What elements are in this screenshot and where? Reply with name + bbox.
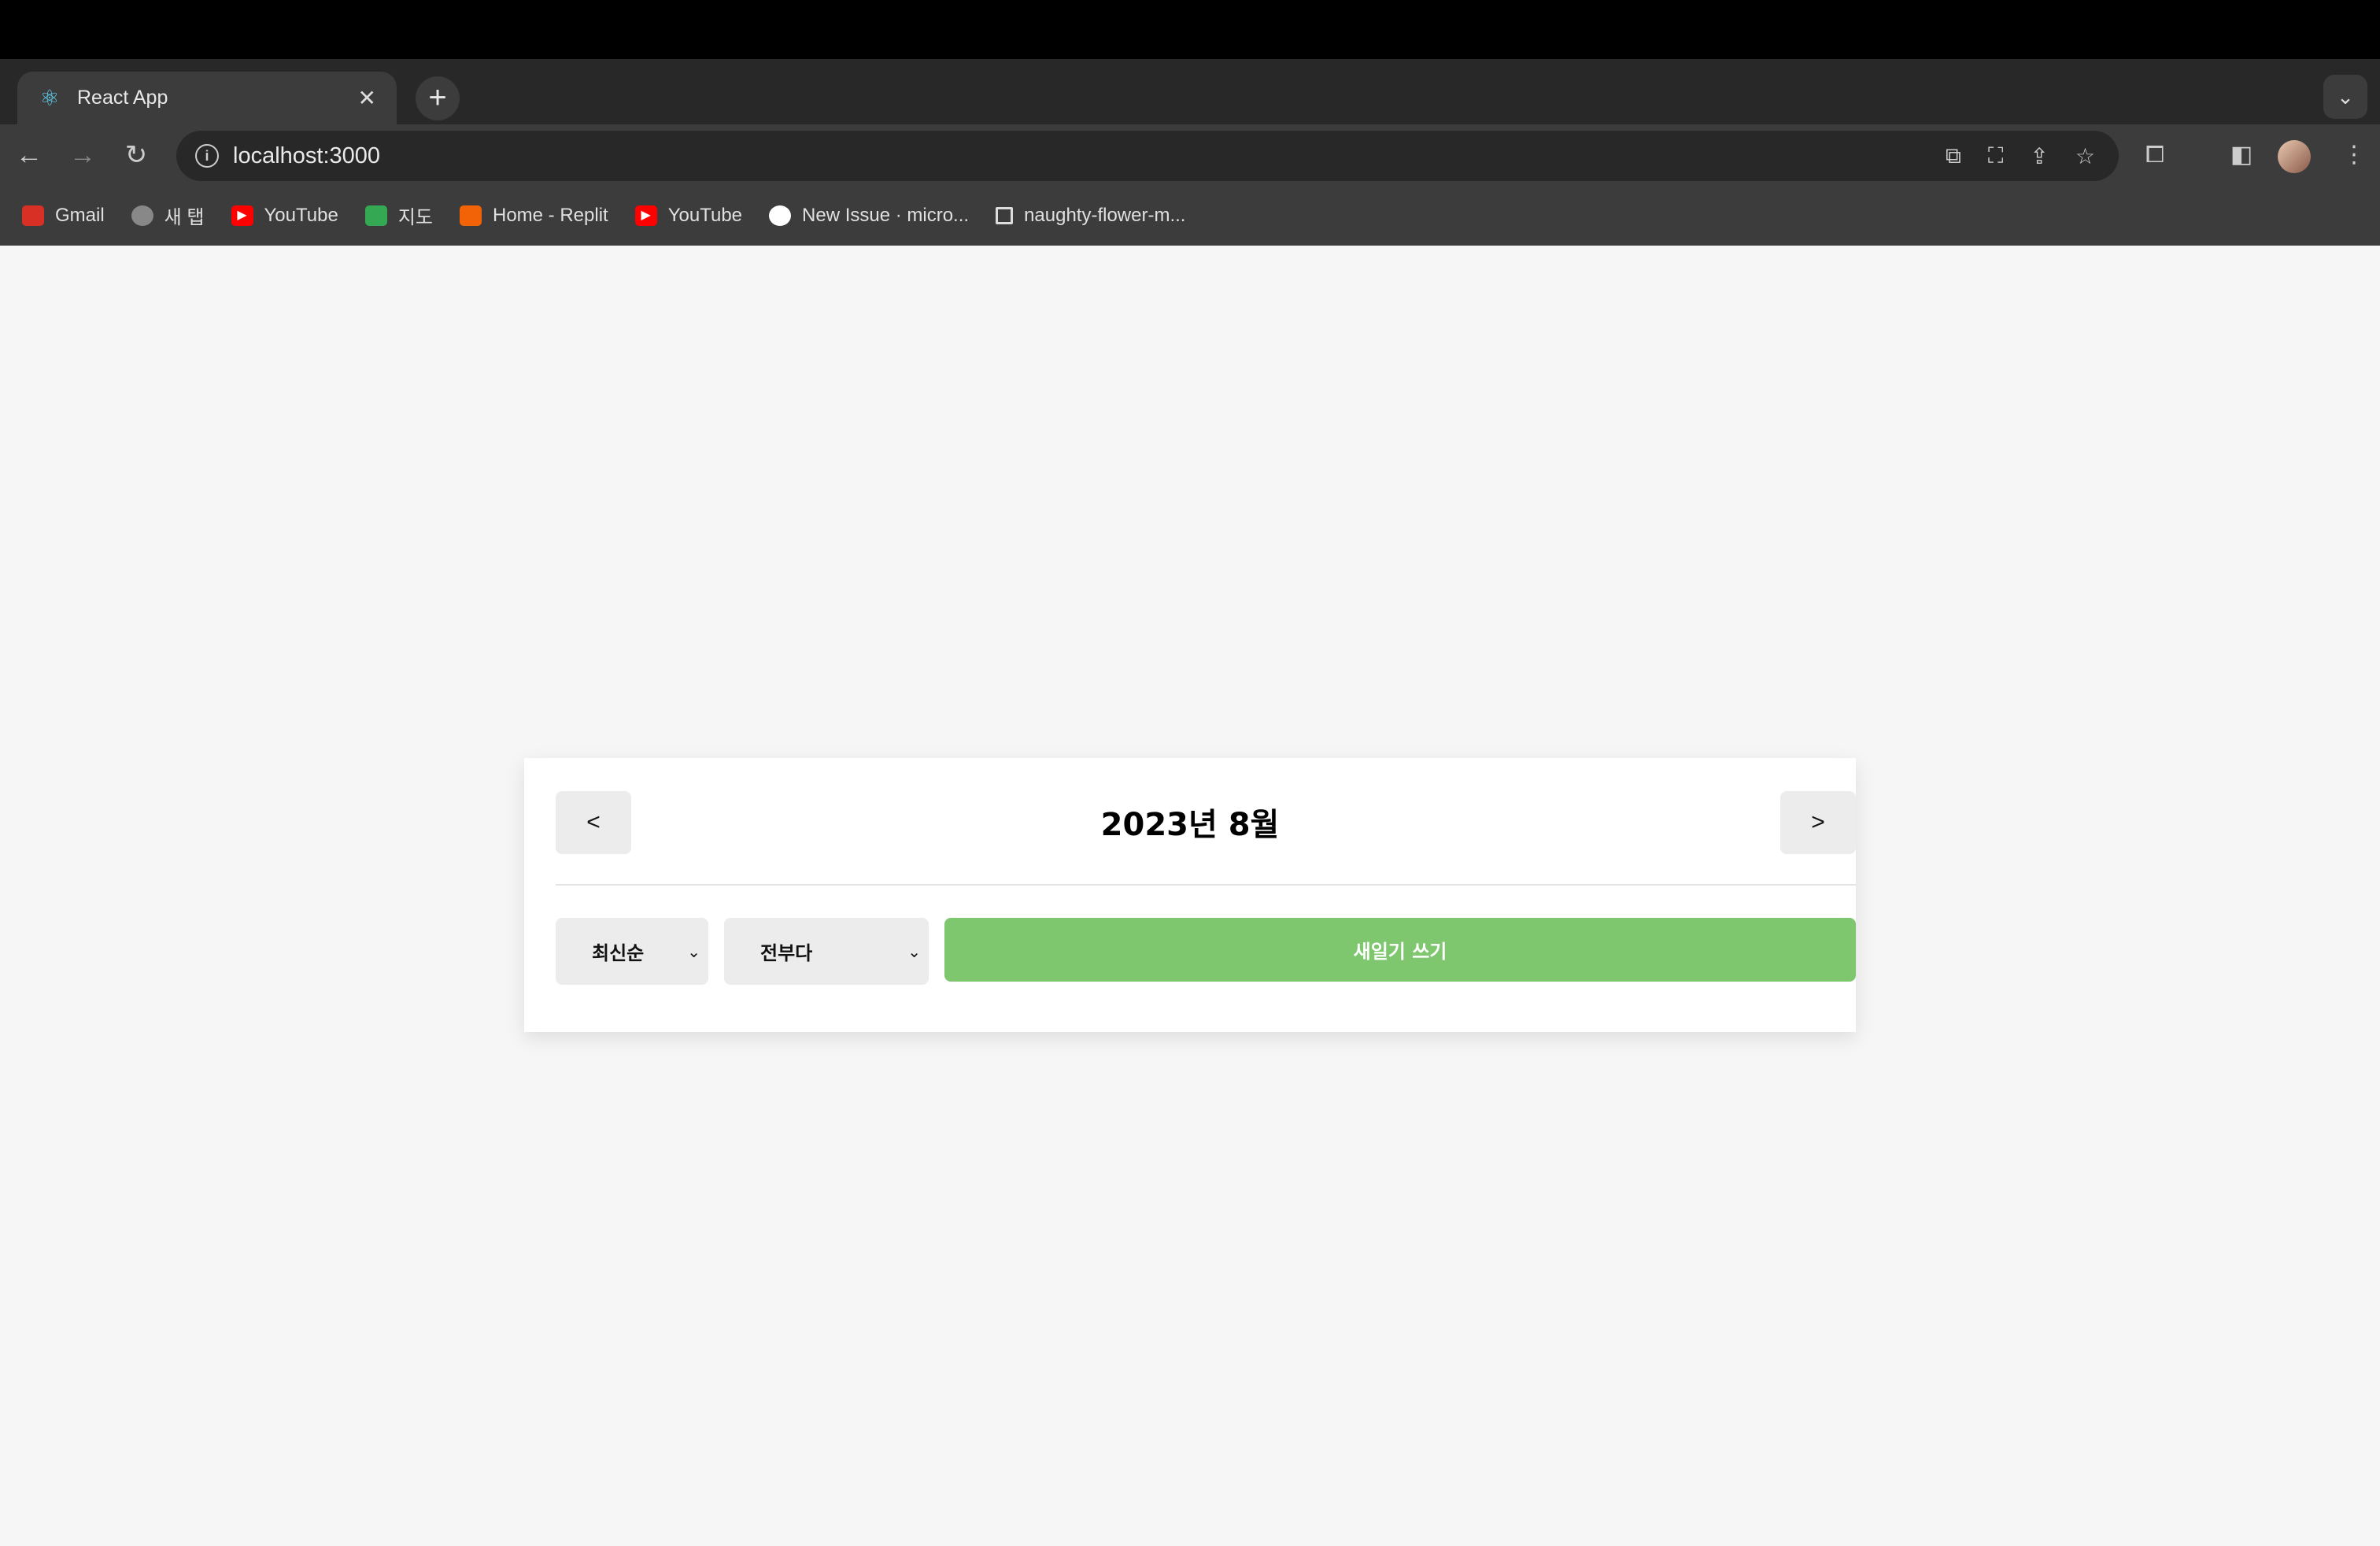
tab-strip: ⚛ React App ✕ + ⌄	[0, 59, 2380, 124]
browser-tab[interactable]: ⚛ React App ✕	[17, 72, 397, 124]
browser-toolbar: ← → ↻ i localhost:3000 ⧉ ⛶ ⇪ ☆ ⧠ ◧ ⋮	[0, 124, 2380, 185]
filter-select-value: 전부다	[760, 942, 813, 964]
url-text: localhost:3000	[233, 142, 381, 168]
forward-icon[interactable]: →	[63, 135, 102, 175]
bookmarks-bar: Gmail 새 탭 ▶ YouTube 지도 Home - Replit ▶ YouTube N…	[0, 185, 2380, 246]
tab-search-button[interactable]: ⌄	[2323, 75, 2367, 119]
site-info-icon[interactable]: i	[195, 144, 219, 168]
month-title: 2023년 8월	[1100, 807, 1280, 843]
filter-select[interactable]: 전부다 ⌄	[724, 918, 929, 985]
bookmark-item[interactable]: Gmail	[22, 205, 105, 227]
bookmark-label: Home - Replit	[492, 204, 608, 226]
bookmark-item[interactable]: 지도	[364, 202, 433, 229]
reload-icon[interactable]: ↻	[116, 135, 156, 175]
translate-icon[interactable]: ⛶	[1988, 143, 2004, 169]
page-icon	[996, 206, 1014, 224]
divider	[556, 884, 1856, 886]
bookmark-item[interactable]: Home - Replit	[459, 204, 608, 227]
open-external-icon[interactable]: ⧉	[1946, 143, 1961, 169]
gmail-icon	[22, 205, 44, 226]
bookmark-label: 지도	[397, 207, 433, 228]
bookmark-label: Gmail	[55, 204, 105, 226]
bookmark-label: 새 탭	[164, 207, 205, 228]
chevron-down-icon: ⌄	[907, 941, 921, 961]
bookmark-item[interactable]: naughty-flower-m...	[996, 205, 1185, 227]
screen-top-bar	[0, 0, 2380, 59]
react-icon: ⚛	[39, 85, 60, 110]
bookmark-star-icon[interactable]: ☆	[2075, 143, 2095, 169]
globe-icon	[131, 205, 153, 226]
bookmark-item[interactable]: ▶ YouTube	[634, 204, 743, 227]
side-panel-icon[interactable]: ◧	[2230, 135, 2252, 175]
github-icon	[769, 205, 792, 226]
youtube-icon: ▶	[634, 205, 657, 226]
close-tab-icon[interactable]: ✕	[358, 85, 376, 111]
youtube-icon: ▶	[231, 205, 253, 226]
menu-icon[interactable]: ⋮	[2342, 135, 2366, 175]
extensions-icon[interactable]: ⧠	[2145, 135, 2164, 175]
back-icon[interactable]: ←	[9, 135, 49, 175]
next-month-button[interactable]: >	[1780, 791, 1856, 854]
bookmark-label: New Issue · micro...	[802, 204, 970, 226]
chevron-down-icon: ⌄	[687, 941, 700, 961]
share-icon[interactable]: ⇪	[2030, 143, 2048, 169]
replit-icon	[459, 205, 482, 226]
bookmark-item[interactable]: New Issue · micro...	[769, 205, 969, 227]
profile-avatar[interactable]	[2278, 140, 2311, 173]
bookmark-label: YouTube	[264, 204, 338, 226]
bookmark-item[interactable]: ▶ YouTube	[231, 205, 338, 227]
maps-icon	[364, 205, 387, 226]
bookmark-label: YouTube	[667, 204, 743, 226]
new-diary-button[interactable]: 새일기 쓰기	[944, 918, 1856, 982]
bookmark-item[interactable]: 새 탭	[131, 202, 205, 229]
bookmark-label: naughty-flower-m...	[1024, 204, 1186, 226]
diary-card: < 2023년 8월 > 최신순 ⌄ 전부다 ⌄ 새일기 쓰기	[524, 758, 1856, 1032]
address-bar[interactable]: i localhost:3000 ⧉ ⛶ ⇪ ☆	[176, 131, 2119, 181]
sort-select[interactable]: 최신순 ⌄	[556, 918, 708, 985]
tab-title: React App	[77, 87, 168, 109]
new-tab-button[interactable]: +	[416, 76, 460, 120]
sort-select-value: 최신순	[592, 942, 645, 964]
